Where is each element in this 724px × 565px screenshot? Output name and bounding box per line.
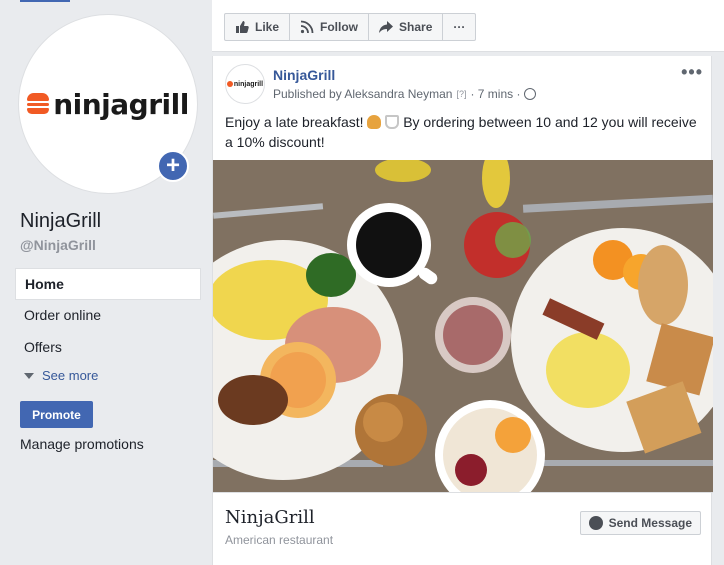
croissant-emoji-icon (367, 115, 382, 129)
top-accent-bar (20, 0, 70, 2)
sidebar-item-order-online[interactable]: Order online (15, 300, 201, 332)
see-more-label: See more (42, 368, 99, 383)
more-dots-icon: ··· (453, 20, 466, 34)
share-button[interactable]: Share (369, 14, 444, 40)
post-body: Enjoy a late breakfast! By ordering betw… (225, 112, 705, 152)
post-time[interactable]: · 7 mins · (470, 87, 520, 101)
follow-button[interactable]: Follow (290, 14, 370, 40)
page-nav: Home Order online Offers See more (15, 268, 201, 388)
sidebar-item-offers[interactable]: Offers (15, 332, 201, 364)
thumbs-up-icon (236, 21, 249, 33)
more-options-button[interactable]: ··· (443, 14, 475, 40)
promote-button[interactable]: Promote (20, 401, 93, 428)
post-page-footer: NinjaGrill American restaurant Send Mess… (213, 492, 713, 558)
page-sidebar: ninjagrill + NinjaGrill @NinjaGrill Home… (0, 0, 212, 565)
like-button[interactable]: Like (225, 14, 291, 40)
caret-down-icon (24, 373, 34, 379)
post-author-link[interactable]: NinjaGrill (273, 67, 335, 83)
ninjagrill-logo: ninjagrill (27, 88, 189, 121)
footer-page-name[interactable]: NinjaGrill (225, 507, 315, 528)
post-text-intro: Enjoy a late breakfast! (225, 114, 364, 130)
like-label: Like (255, 20, 280, 34)
add-photo-plus-icon[interactable]: + (157, 150, 189, 182)
share-arrow-icon (379, 21, 394, 33)
published-by[interactable]: Published by Aleksandra Neyman (273, 87, 452, 101)
post-options-icon[interactable]: ••• (681, 62, 703, 83)
post-card: ninjagrill NinjaGrill Published by Aleks… (212, 56, 713, 565)
share-label: Share (399, 20, 433, 34)
breakfast-photo[interactable] (213, 160, 713, 492)
post-avatar[interactable]: ninjagrill (225, 64, 265, 104)
globe-privacy-icon[interactable] (524, 88, 537, 100)
burger-logo-icon (27, 91, 50, 117)
breakfast-photo-illustration (213, 160, 713, 492)
page-title: NinjaGrill (20, 210, 102, 232)
mini-logo-icon: ninjagrill (226, 81, 263, 88)
see-more-link[interactable]: See more (15, 364, 201, 388)
post-meta: Published by Aleksandra Neyman [?] · 7 m… (273, 87, 537, 101)
action-button-group: Like Follow Share ··· (224, 13, 477, 41)
follow-label: Follow (320, 20, 359, 34)
page-action-bar: Like Follow Share ··· (212, 0, 724, 52)
manage-promotions-link[interactable]: Manage promotions (20, 436, 144, 452)
sidebar-item-home[interactable]: Home (15, 268, 201, 300)
logo-wordmark: ninjagrill (53, 87, 189, 121)
page-username: @NinjaGrill (20, 237, 96, 253)
coffee-emoji-icon (385, 115, 400, 129)
help-link[interactable]: [?] (456, 89, 466, 99)
send-message-label: Send Message (608, 516, 692, 530)
rss-follow-icon (300, 20, 314, 34)
messenger-icon (588, 516, 603, 530)
footer-page-category: American restaurant (225, 533, 334, 547)
send-message-button[interactable]: Send Message (579, 511, 701, 535)
